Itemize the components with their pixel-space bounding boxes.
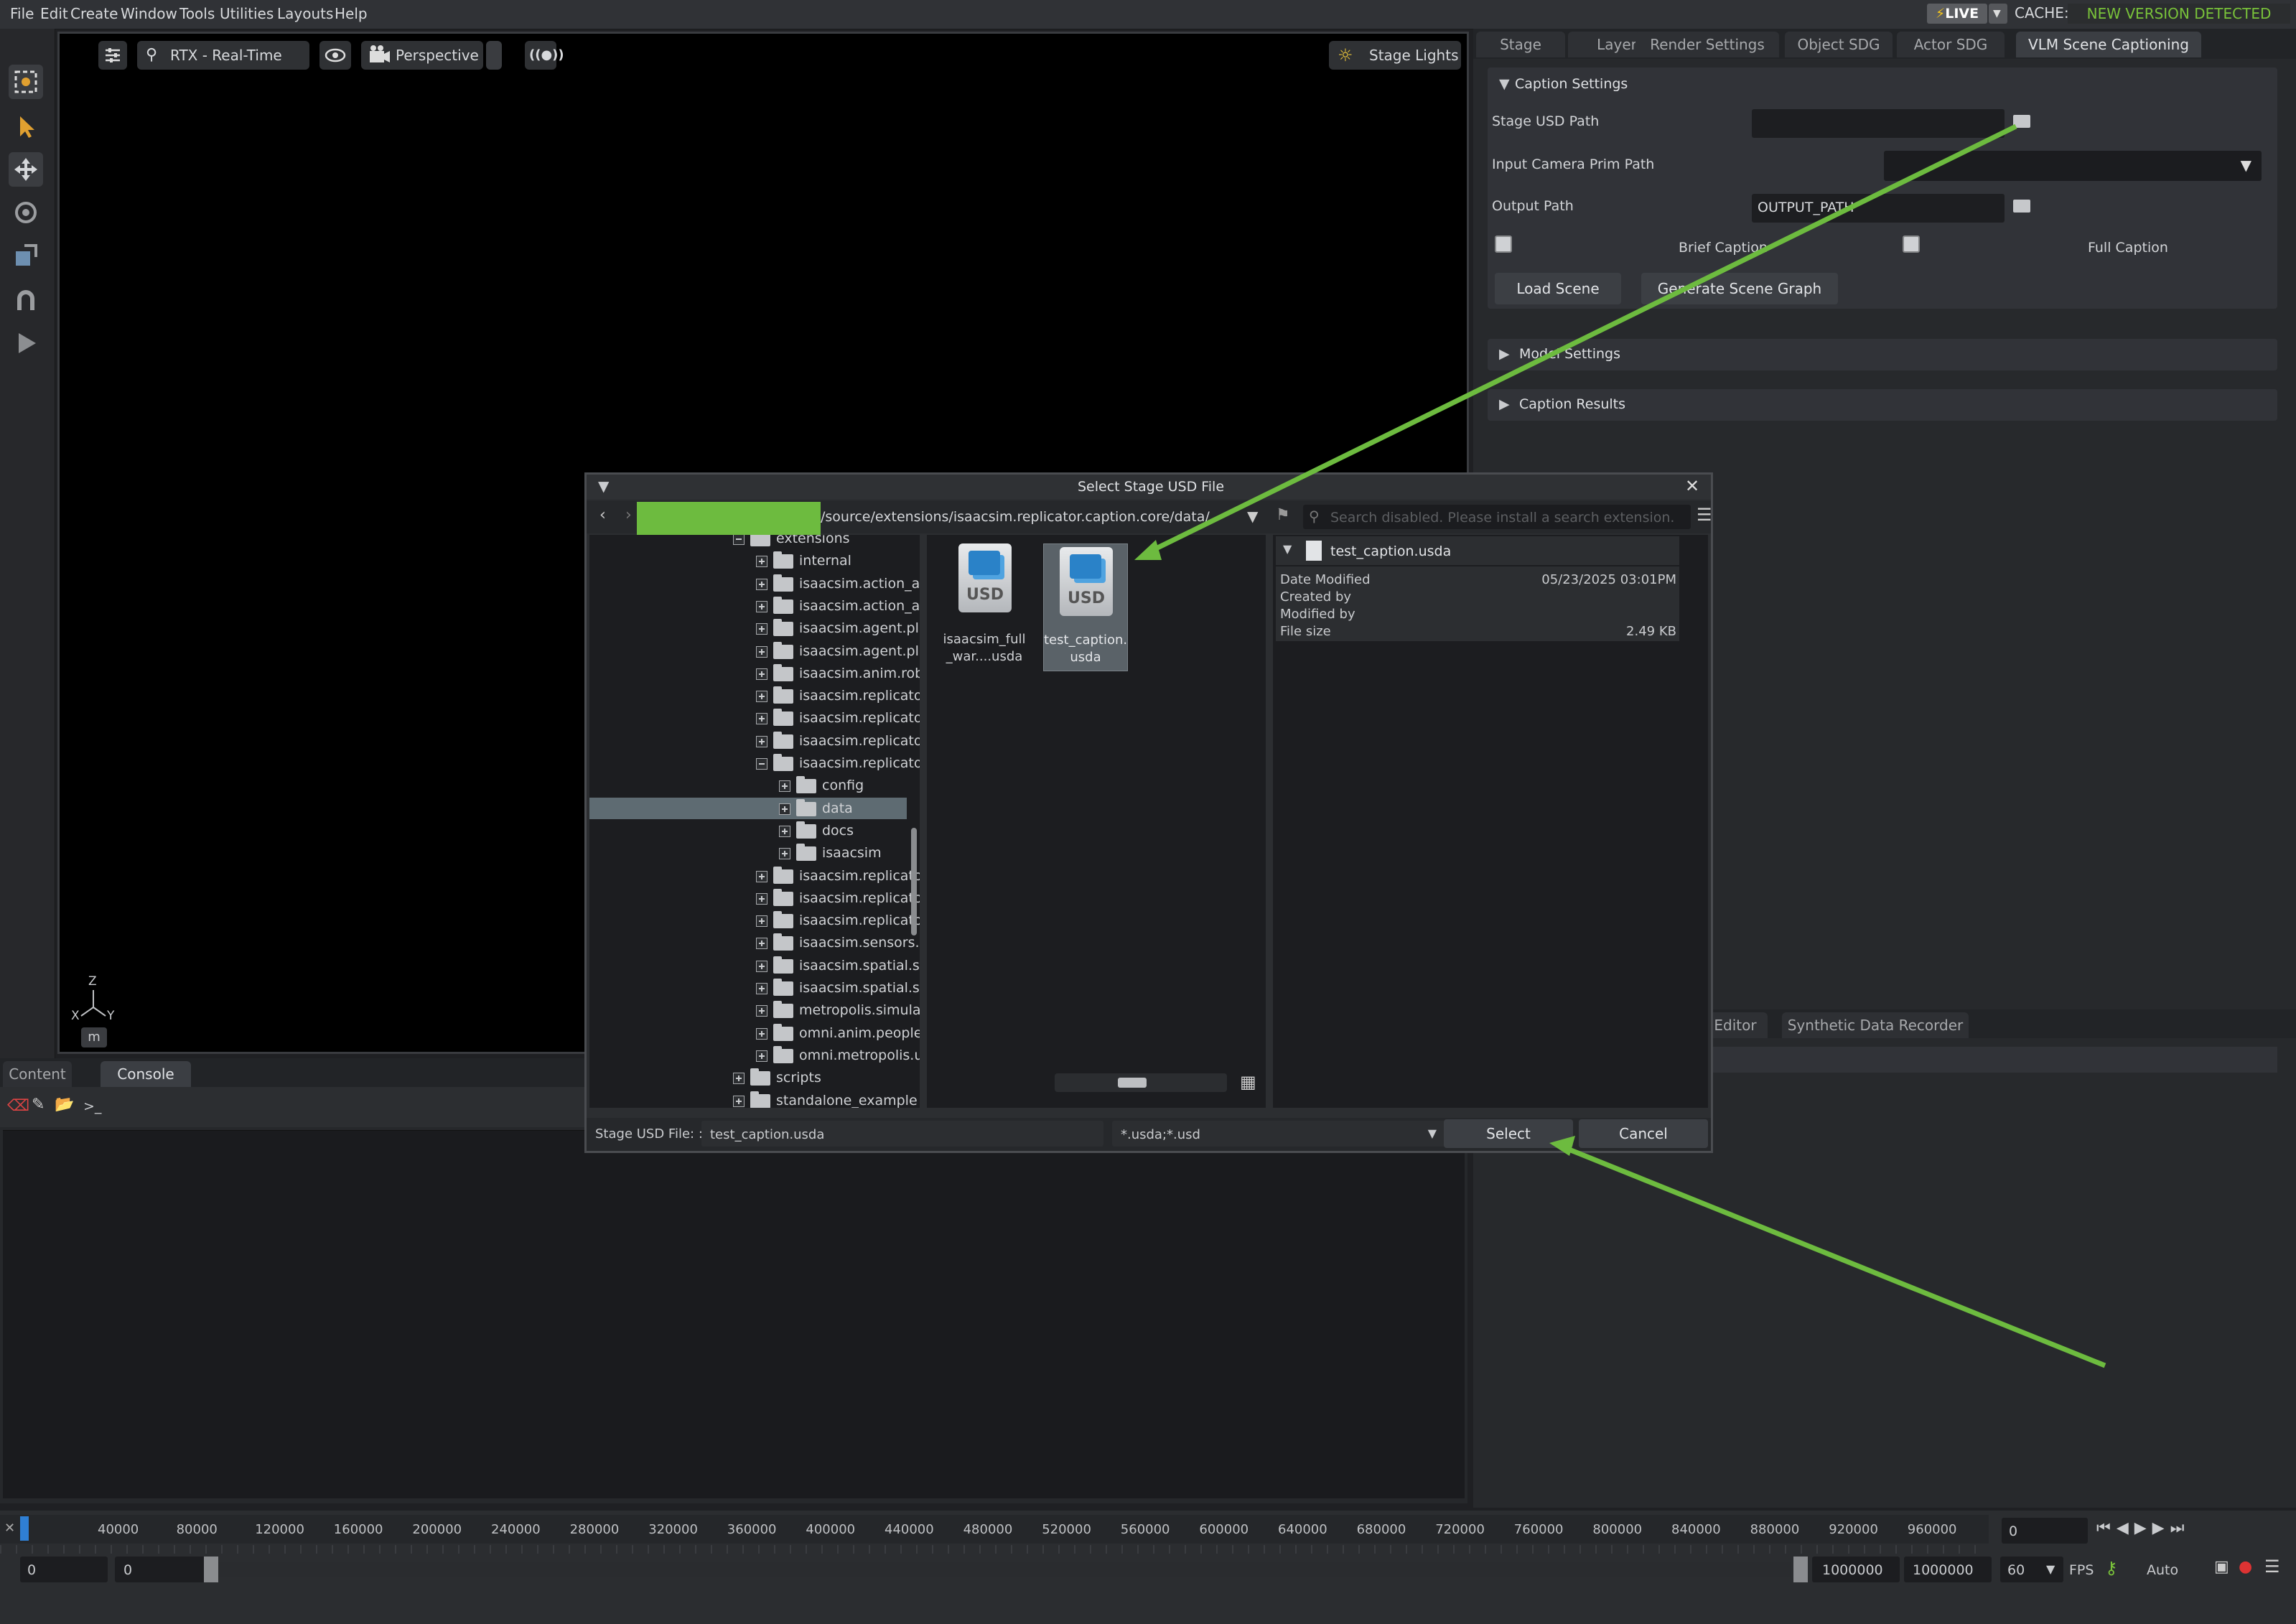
- annotation-arrows: [1134, 123, 2106, 1368]
- arrow-stage-path-to-file: [1146, 123, 2017, 556]
- arrow-to-select-button: [1562, 1144, 2106, 1368]
- arrowhead-file: [1134, 540, 1162, 560]
